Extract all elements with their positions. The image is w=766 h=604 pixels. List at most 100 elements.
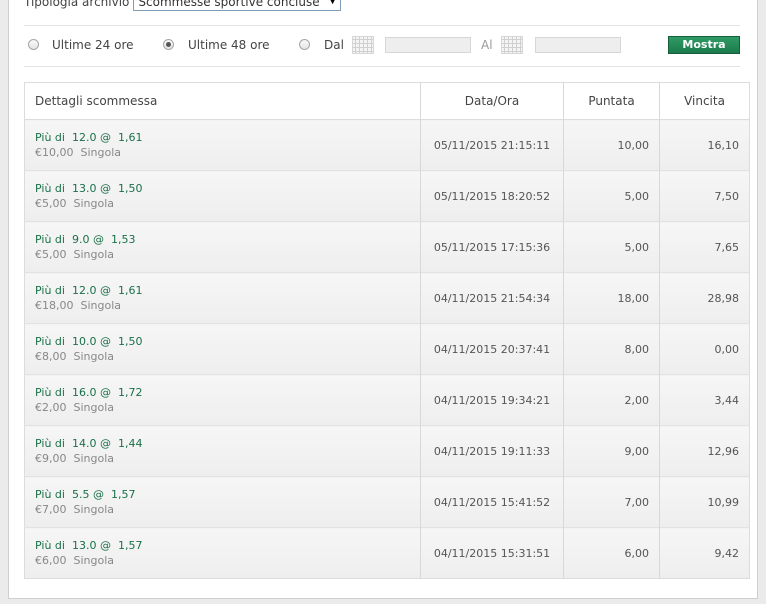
radio-label-48h[interactable]: Ultime 48 ore — [188, 38, 270, 52]
table-row[interactable]: Più di 16.0 @ 1,72 €2,00 Singola 04/11/201… — [24, 374, 750, 426]
bet-details-cell: Più di 9.0 @ 1,53 €5,00 Singola — [24, 221, 421, 273]
datetime-cell: 04/11/2015 15:31:51 — [420, 527, 564, 579]
bet-type: Singola — [73, 349, 115, 363]
bet-summary-line: €18,00 Singola — [35, 298, 420, 313]
datetime-cell: 04/11/2015 19:11:33 — [420, 425, 564, 477]
stake-amount: €7,00 — [35, 502, 67, 516]
radio-last-24h[interactable] — [28, 39, 39, 50]
bet-type: Singola — [73, 400, 115, 414]
selection-line[interactable]: Più di 13.0 @ 1,50 — [35, 182, 420, 196]
table-row[interactable]: Più di 5.5 @ 1,57 €7,00 Singola 04/11/2015… — [24, 476, 750, 528]
archive-type-select[interactable]: Scommesse sportive concluse ▼ — [133, 0, 342, 11]
bet-details-cell: Più di 13.0 @ 1,57 €6,00 Singola — [24, 527, 421, 579]
archive-label: Tipologia archivio — [24, 0, 130, 9]
selection-line[interactable]: Più di 14.0 @ 1,44 — [35, 437, 420, 451]
selection-line[interactable]: Più di 5.5 @ 1,57 — [35, 488, 420, 502]
odds-value: 1,50 — [117, 334, 143, 348]
datetime-cell: 05/11/2015 18:20:52 — [420, 170, 564, 222]
market-label: Più di — [35, 283, 65, 297]
market-label: Più di — [35, 487, 65, 501]
win-cell: 12,96 — [659, 425, 750, 477]
bet-details-cell: Più di 13.0 @ 1,50 €5,00 Singola — [24, 170, 421, 222]
radio-date-range[interactable] — [299, 39, 310, 50]
market-label: Più di — [35, 232, 65, 246]
market-label: Più di — [35, 436, 65, 450]
odds-value: 1,53 — [110, 232, 136, 246]
odds-value: 1,57 — [117, 538, 143, 552]
radio-label-24h[interactable]: Ultime 24 ore — [52, 38, 134, 52]
odds-value: 1,72 — [117, 385, 143, 399]
selection-line[interactable]: Più di 9.0 @ 1,53 — [35, 233, 420, 247]
win-cell: 10,99 — [659, 476, 750, 528]
bet-type: Singola — [80, 298, 122, 312]
stake-amount: €6,00 — [35, 553, 67, 567]
datetime-cell: 05/11/2015 21:15:11 — [420, 119, 564, 171]
bet-summary-line: €6,00 Singola — [35, 553, 420, 568]
stake-cell: 9,00 — [563, 425, 660, 477]
market-line: 16.0 — [71, 385, 97, 399]
col-header-stake: Puntata — [563, 82, 660, 120]
at-sign: @ — [99, 436, 111, 450]
divider — [24, 25, 740, 26]
bet-summary-line: €8,00 Singola — [35, 349, 420, 364]
selection-line[interactable]: Più di 12.0 @ 1,61 — [35, 284, 420, 298]
market-line: 14.0 — [71, 436, 97, 450]
col-header-details: Dettagli scommessa — [24, 82, 421, 120]
at-sign: @ — [92, 487, 104, 501]
win-cell: 3,44 — [659, 374, 750, 426]
table-row[interactable]: Più di 9.0 @ 1,53 €5,00 Singola 05/11/2015… — [24, 221, 750, 273]
selection-line[interactable]: Più di 10.0 @ 1,50 — [35, 335, 420, 349]
stake-cell: 7,00 — [563, 476, 660, 528]
market-line: 12.0 — [71, 283, 97, 297]
at-sign: @ — [99, 130, 111, 144]
selection-line[interactable]: Più di 12.0 @ 1,61 — [35, 131, 420, 145]
bet-details-cell: Più di 12.0 @ 1,61 €10,00 Singola — [24, 119, 421, 171]
bet-summary-line: €7,00 Singola — [35, 502, 420, 517]
market-line: 12.0 — [71, 130, 97, 144]
divider — [24, 66, 740, 67]
from-date-input[interactable] — [385, 37, 471, 53]
stake-cell: 8,00 — [563, 323, 660, 375]
table-row[interactable]: Più di 12.0 @ 1,61 €10,00 Singola 05/11/20… — [24, 119, 750, 171]
at-sign: @ — [92, 232, 104, 246]
datetime-cell: 04/11/2015 15:41:52 — [420, 476, 564, 528]
table-row[interactable]: Più di 14.0 @ 1,44 €9,00 Singola 04/11/201… — [24, 425, 750, 477]
stake-amount: €9,00 — [35, 451, 67, 465]
market-line: 13.0 — [71, 181, 97, 195]
win-cell: 7,65 — [659, 221, 750, 273]
datetime-cell: 05/11/2015 17:15:36 — [420, 221, 564, 273]
bet-details-cell: Più di 10.0 @ 1,50 €8,00 Singola — [24, 323, 421, 375]
bet-details-cell: Più di 12.0 @ 1,61 €18,00 Singola — [24, 272, 421, 324]
col-header-datetime: Data/Ora — [420, 82, 564, 120]
bet-details-cell: Più di 5.5 @ 1,57 €7,00 Singola — [24, 476, 421, 528]
calendar-icon[interactable] — [501, 36, 523, 54]
win-cell: 0,00 — [659, 323, 750, 375]
bet-summary-line: €10,00 Singola — [35, 145, 420, 160]
stake-amount: €18,00 — [35, 298, 74, 312]
stake-cell: 6,00 — [563, 527, 660, 579]
bet-details-cell: Più di 16.0 @ 1,72 €2,00 Singola — [24, 374, 421, 426]
show-button[interactable]: Mostra — [668, 36, 740, 54]
to-label: Al — [481, 38, 493, 52]
radio-last-48h[interactable] — [163, 39, 174, 50]
stake-cell: 2,00 — [563, 374, 660, 426]
at-sign: @ — [99, 538, 111, 552]
win-cell: 9,42 — [659, 527, 750, 579]
market-label: Più di — [35, 538, 65, 552]
table-row[interactable]: Più di 13.0 @ 1,57 €6,00 Singola 04/11/201… — [24, 527, 750, 579]
stake-cell: 10,00 — [563, 119, 660, 171]
table-row[interactable]: Più di 10.0 @ 1,50 €8,00 Singola 04/11/201… — [24, 323, 750, 375]
bet-type: Singola — [80, 145, 122, 159]
to-date-input[interactable] — [535, 37, 621, 53]
table-row[interactable]: Più di 13.0 @ 1,50 €5,00 Singola 05/11/201… — [24, 170, 750, 222]
bet-type: Singola — [73, 451, 115, 465]
bets-table: Dettagli scommessa Data/Ora Puntata Vinc… — [24, 82, 750, 579]
period-filter: Ultime 24 ore Ultime 48 ore Dal Al Mostr… — [24, 34, 740, 56]
bet-summary-line: €2,00 Singola — [35, 400, 420, 415]
selection-line[interactable]: Più di 13.0 @ 1,57 — [35, 539, 420, 553]
stake-amount: €10,00 — [35, 145, 74, 159]
table-row[interactable]: Più di 12.0 @ 1,61 €18,00 Singola 04/11/20… — [24, 272, 750, 324]
selection-line[interactable]: Più di 16.0 @ 1,72 — [35, 386, 420, 400]
bet-type: Singola — [73, 247, 115, 261]
calendar-icon[interactable] — [352, 36, 374, 54]
